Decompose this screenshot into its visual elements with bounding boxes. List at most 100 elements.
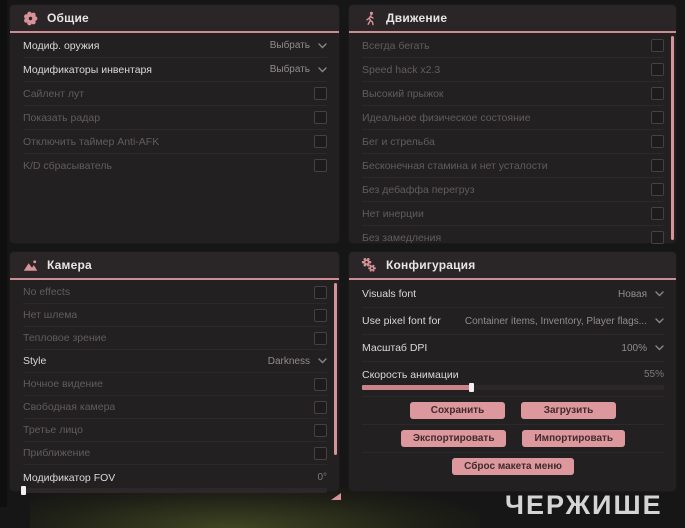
checkbox[interactable] bbox=[651, 111, 664, 124]
row-отключить-таймер-anti-afk: Отключить таймер Anti-AFK bbox=[23, 130, 327, 154]
checkbox[interactable] bbox=[314, 446, 327, 460]
slider-value: 0° bbox=[317, 472, 327, 483]
row-label: Третье лицо bbox=[23, 424, 83, 436]
row-speed-hack-x2-3: Speed hack x2.3 bbox=[362, 58, 664, 82]
checkbox[interactable] bbox=[314, 285, 327, 299]
row-label: Без дебаффа перегруз bbox=[362, 183, 475, 196]
row-label: Отключить таймер Anti-AFK bbox=[23, 135, 160, 148]
checkbox[interactable] bbox=[314, 87, 327, 100]
row-visuals-font: Visuals font Новая bbox=[362, 281, 664, 308]
checkbox[interactable] bbox=[314, 423, 327, 437]
slider[interactable] bbox=[21, 485, 327, 495]
row-label: Масштаб DPI bbox=[362, 342, 428, 354]
dropdown[interactable]: Container items, Inventory, Player flags… bbox=[465, 316, 664, 327]
resize-handle[interactable] bbox=[331, 493, 341, 500]
dropdown[interactable]: 100% bbox=[621, 343, 664, 354]
row-use-pixel-font-for: Use pixel font for Container items, Inven… bbox=[362, 308, 664, 335]
dropdown-value: Выбрать bbox=[269, 40, 310, 51]
сброс-макета-меню-button[interactable]: Сброс макета меню bbox=[452, 458, 574, 475]
dropdown[interactable]: Darkness bbox=[268, 356, 327, 367]
dropdown-value: 100% bbox=[621, 342, 647, 354]
panel-config-header[interactable]: Конфигурация bbox=[349, 252, 676, 280]
chevron-down-icon bbox=[655, 318, 664, 324]
загрузить-button[interactable]: Загрузить bbox=[521, 402, 616, 419]
row-модификаторы-инвентаря: Модификаторы инвентаря Выбрать bbox=[23, 58, 327, 82]
chevron-down-icon bbox=[655, 291, 664, 297]
checkbox[interactable] bbox=[651, 135, 664, 148]
row-label: Нет инерции bbox=[362, 207, 424, 220]
row-label: Ночное видение bbox=[23, 378, 103, 390]
panel-title: Конфигурация bbox=[386, 258, 476, 272]
checkbox[interactable] bbox=[314, 111, 327, 124]
row-свободная-камера: Свободная камера bbox=[23, 396, 327, 419]
watermark-text: ЧЕРЖИШЕ bbox=[505, 490, 663, 520]
checkbox[interactable] bbox=[314, 159, 327, 172]
row-label: Высокий прыжок bbox=[362, 87, 444, 100]
импортировать-button[interactable]: Импортировать bbox=[522, 430, 626, 447]
row-label: Use pixel font for bbox=[362, 315, 441, 327]
row-без-дебаффа-перегруз: Без дебаффа перегруз bbox=[362, 178, 664, 202]
scrollbar[interactable] bbox=[671, 36, 674, 240]
row-сайлент-лут: Сайлент лут bbox=[23, 82, 327, 106]
gear-flower-icon bbox=[22, 10, 38, 26]
row-бег-и-стрельба: Бег и стрельба bbox=[362, 130, 664, 154]
checkbox[interactable] bbox=[314, 377, 327, 391]
panel-title: Общие bbox=[47, 11, 89, 25]
row-скорость-анимации: Скорость анимации 55% bbox=[362, 362, 664, 397]
image-icon bbox=[22, 257, 38, 273]
panel-general: Общие Модиф. оружия Выбрать Модификаторы и… bbox=[10, 5, 339, 243]
row-тепловое-зрение: Тепловое зрение bbox=[23, 327, 327, 350]
row-бесконечная-стамина-и-нет-усталости: Бесконечная стамина и нет усталости bbox=[362, 154, 664, 178]
row-buttons: Сохранить Загрузить bbox=[362, 397, 664, 425]
checkbox[interactable] bbox=[651, 231, 664, 244]
panel-movement-header[interactable]: Движение bbox=[349, 5, 676, 33]
dropdown-value: Выбрать bbox=[269, 64, 310, 75]
dropdown[interactable]: Новая bbox=[618, 289, 664, 300]
checkbox[interactable] bbox=[651, 39, 664, 52]
row-label: No effects bbox=[23, 286, 71, 298]
screen-left-edge bbox=[0, 0, 7, 507]
chevron-down-icon bbox=[318, 42, 327, 49]
row-нет-шлема: Нет шлема bbox=[23, 304, 327, 327]
row-label: Скорость анимации bbox=[362, 368, 459, 381]
scrollbar[interactable] bbox=[334, 283, 337, 455]
row-без-замедления: Без замедления bbox=[362, 226, 664, 249]
экспортировать-button[interactable]: Экспортировать bbox=[400, 430, 507, 447]
row-высокий-прыжок: Высокий прыжок bbox=[362, 82, 664, 106]
slider-value: 55% bbox=[643, 369, 664, 380]
row-модиф-оружия: Модиф. оружия Выбрать bbox=[23, 34, 327, 58]
panel-camera-header[interactable]: Камера bbox=[10, 252, 339, 280]
dropdown-value: Новая bbox=[618, 288, 647, 300]
checkbox[interactable] bbox=[651, 207, 664, 220]
row-идеальное-физическое-состояние: Идеальное физическое состояние bbox=[362, 106, 664, 130]
panel-config: Конфигурация Visuals font Новая Use pixel … bbox=[349, 252, 676, 491]
slider[interactable] bbox=[362, 382, 664, 392]
row-label: Speed hack x2.3 bbox=[362, 63, 441, 76]
row-label: Тепловое зрение bbox=[23, 332, 107, 344]
checkbox[interactable] bbox=[651, 183, 664, 196]
dropdown[interactable]: Выбрать bbox=[270, 64, 327, 75]
row-нет-инерции: Нет инерции bbox=[362, 202, 664, 226]
row-label: Style bbox=[23, 355, 47, 367]
dropdown[interactable]: Выбрать bbox=[270, 40, 327, 51]
row-buttons: Сброс макета меню bbox=[362, 453, 664, 480]
checkbox[interactable] bbox=[651, 63, 664, 76]
row-label: Всегда бегать bbox=[362, 39, 430, 52]
row-label: Нет шлема bbox=[23, 309, 78, 321]
checkbox[interactable] bbox=[314, 400, 327, 414]
panel-title: Камера bbox=[47, 258, 92, 272]
checkbox[interactable] bbox=[651, 87, 664, 100]
panel-general-header[interactable]: Общие bbox=[10, 5, 339, 33]
panel-title: Движение bbox=[386, 11, 448, 25]
checkbox[interactable] bbox=[651, 159, 664, 172]
row-приближение: Приближение bbox=[23, 442, 327, 465]
checkbox[interactable] bbox=[314, 308, 327, 322]
row-ночное-видение: Ночное видение bbox=[23, 373, 327, 396]
row-label: Показать радар bbox=[23, 111, 101, 124]
row-модификатор-fov: Модификатор FOV 0° bbox=[21, 465, 327, 499]
chevron-down-icon bbox=[318, 358, 327, 364]
checkbox[interactable] bbox=[314, 331, 327, 345]
checkbox[interactable] bbox=[314, 135, 327, 148]
chevron-down-icon bbox=[318, 66, 327, 73]
сохранить-button[interactable]: Сохранить bbox=[410, 402, 505, 419]
